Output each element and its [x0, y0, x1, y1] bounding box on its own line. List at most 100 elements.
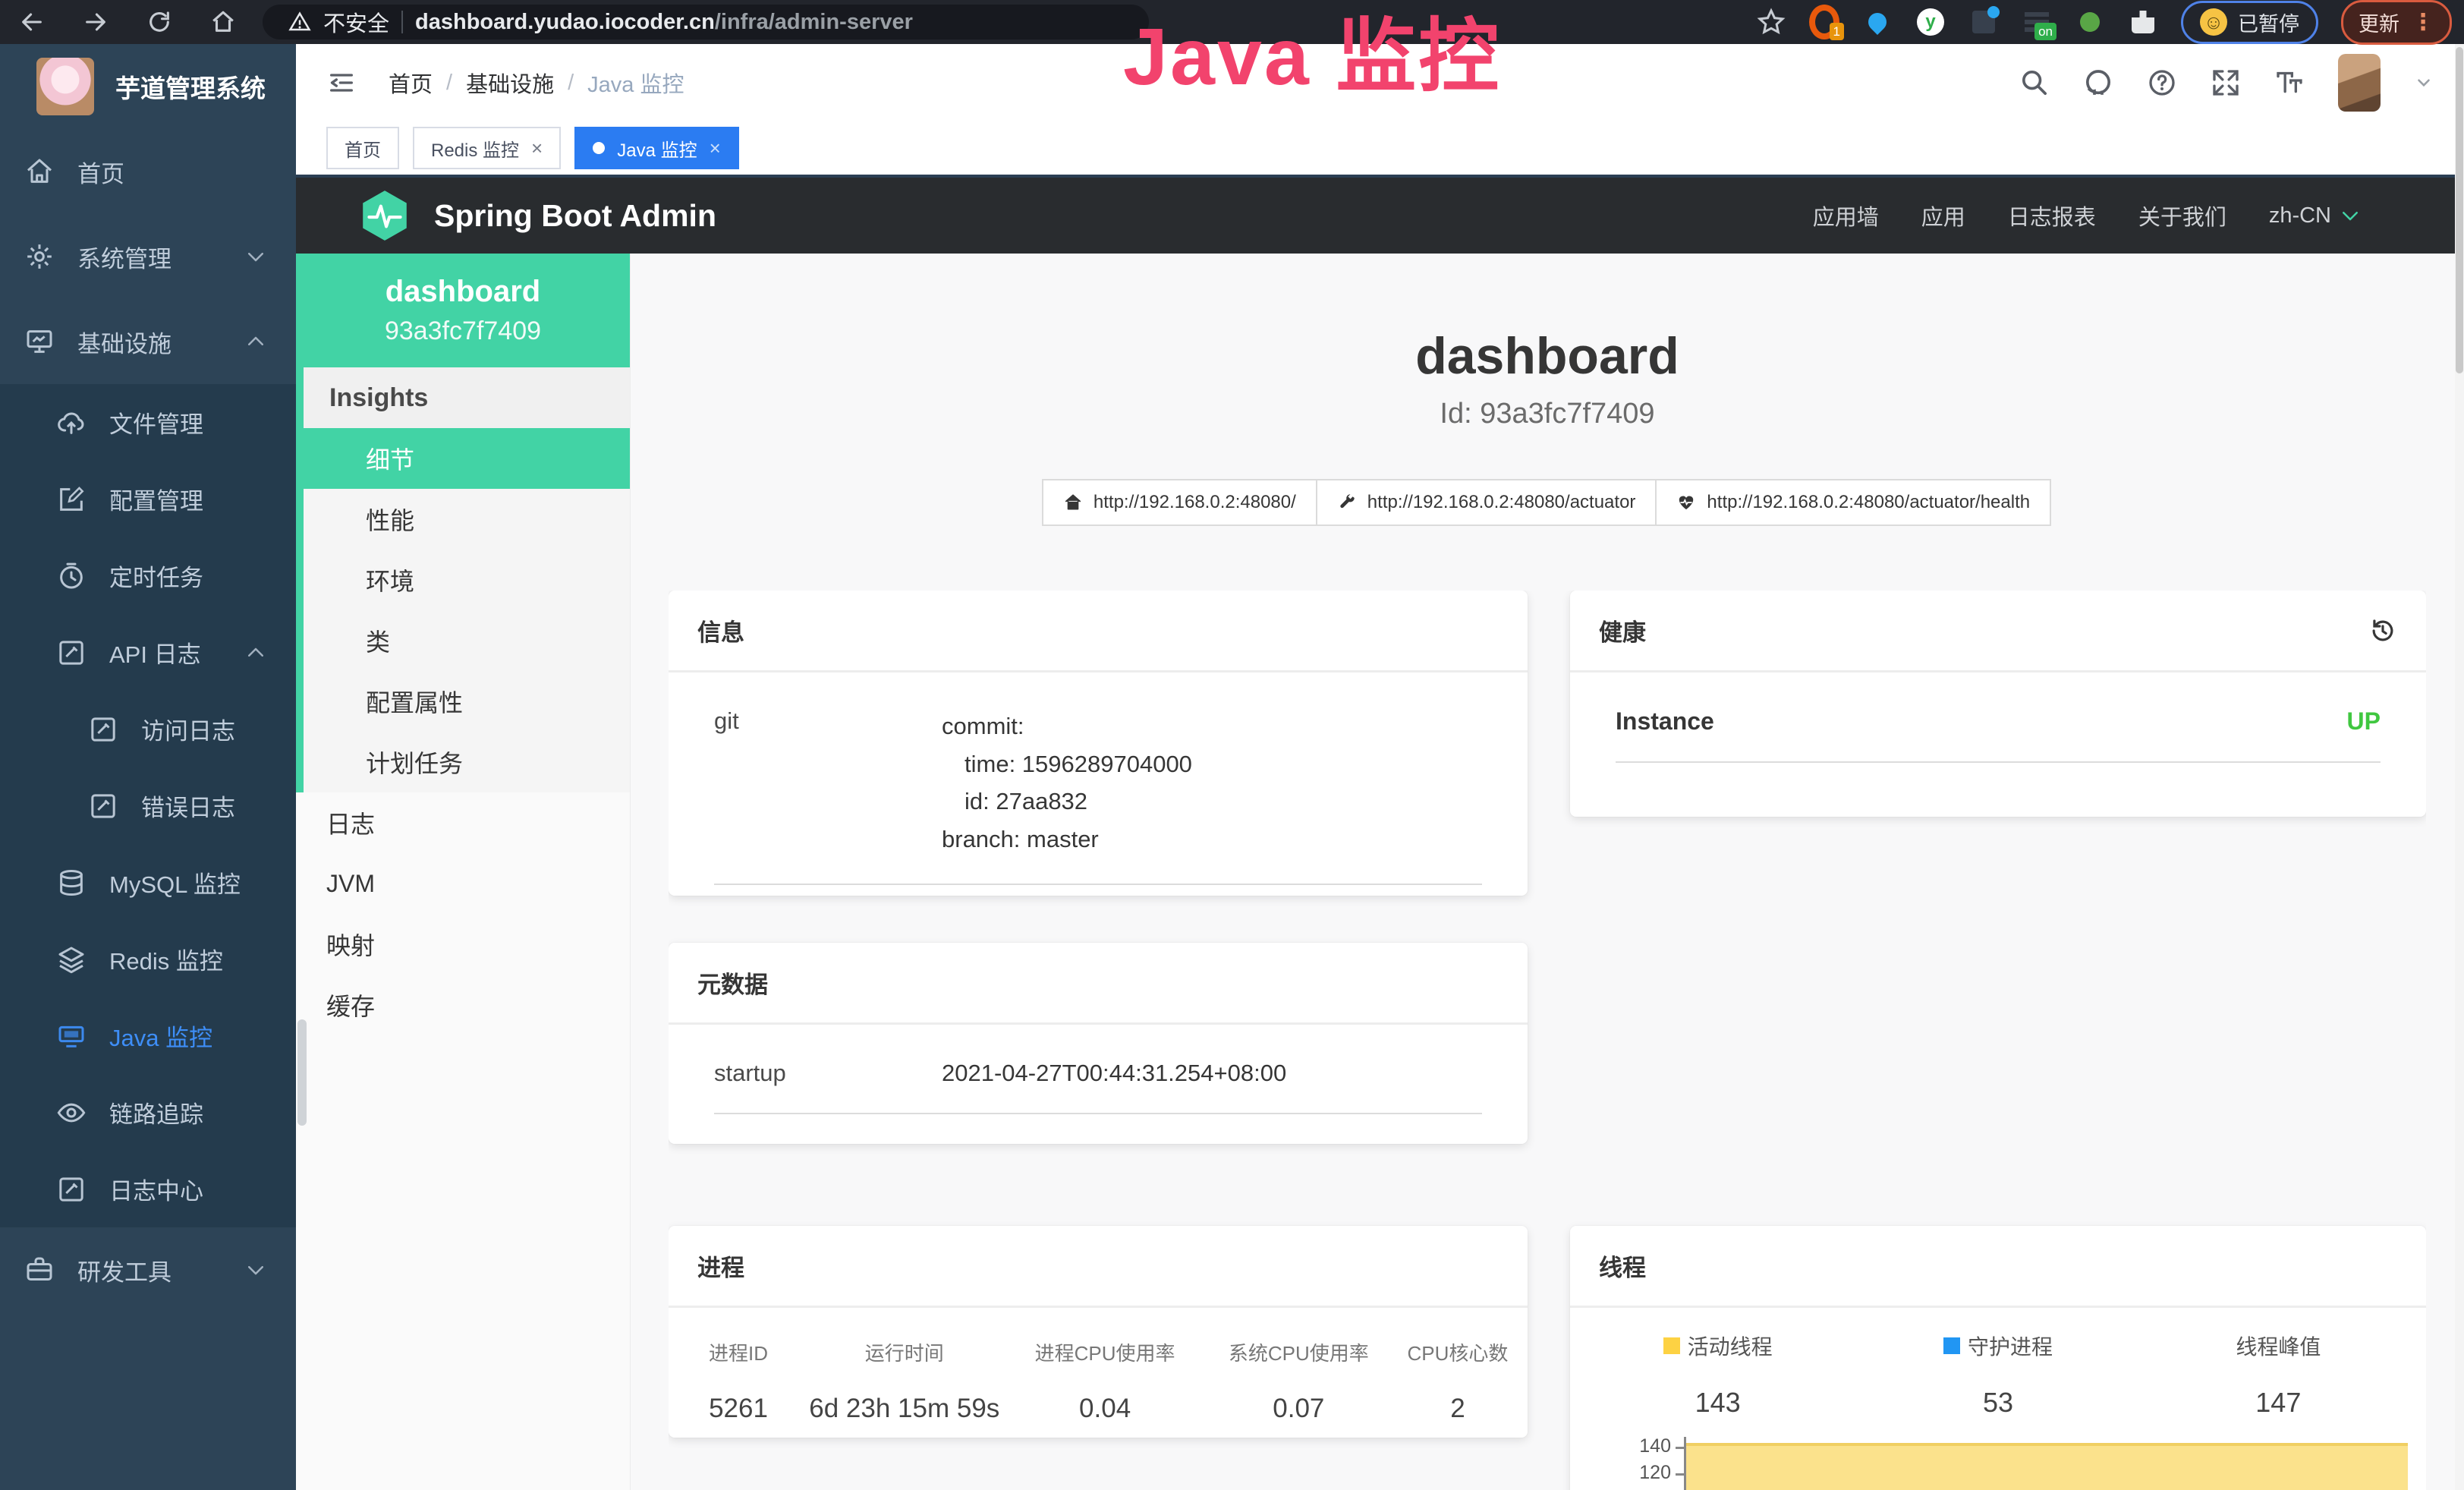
- sidebar-item-11[interactable]: Java 监控: [0, 997, 296, 1074]
- card-health: 健康 Instance UP: [1570, 591, 2426, 817]
- sba-nav-item-3[interactable]: 关于我们: [2138, 200, 2226, 232]
- sidebar-scrollbar-thumb[interactable]: [297, 1019, 307, 1126]
- extension-y-icon[interactable]: y: [1915, 7, 1946, 37]
- security-label[interactable]: 不安全: [323, 6, 389, 38]
- app-header: 首页/基础设施/Java 监控: [296, 44, 2464, 121]
- insights-item-5[interactable]: 计划任务: [304, 732, 630, 792]
- breadcrumb-item[interactable]: 基础设施: [466, 67, 554, 99]
- insights-item-0[interactable]: 细节: [304, 428, 630, 489]
- sidebar-item-7[interactable]: 访问日志: [0, 691, 296, 767]
- sidebar-item-5[interactable]: 定时任务: [0, 537, 296, 614]
- sba-nav-item-2[interactable]: 日志报表: [2008, 200, 2096, 232]
- forward-icon[interactable]: [64, 8, 127, 36]
- sidebar-item-label: 首页: [77, 155, 124, 189]
- avatar[interactable]: [2338, 54, 2381, 112]
- kebab-menu-icon[interactable]: ⋮: [2412, 9, 2434, 36]
- breadcrumb-item[interactable]: 首页: [389, 67, 433, 99]
- app-logo-image: [36, 58, 94, 115]
- process-column-value: 6d 23h 15m 59s: [801, 1394, 1008, 1424]
- insights-item-1[interactable]: 性能: [304, 489, 630, 550]
- thread-stat-0: 活动线程143: [1578, 1331, 1858, 1419]
- extension-grid-icon[interactable]: [1968, 7, 1999, 37]
- sidebar-item-12[interactable]: 链路追踪: [0, 1074, 296, 1151]
- sidebar-item-0[interactable]: 首页: [0, 129, 296, 214]
- sidebar-item-1[interactable]: 系统管理: [0, 214, 296, 299]
- page-scrollbar[interactable]: [2455, 44, 2464, 1490]
- tab-0[interactable]: 首页: [326, 127, 399, 169]
- sidebar-section-0[interactable]: 日志: [296, 792, 630, 853]
- tab-1[interactable]: Redis 监控×: [413, 127, 561, 169]
- extensions-puzzle-icon[interactable]: [2128, 7, 2158, 37]
- card-threads: 线程 活动线程143守护进程53线程峰值147 140120100: [1570, 1226, 2426, 1490]
- bookmark-star-icon[interactable]: [1756, 7, 1786, 37]
- sidebar-item-label: MySQL 监控: [109, 865, 241, 899]
- sidebar-item-4[interactable]: 配置管理: [0, 461, 296, 537]
- search-icon[interactable]: [2019, 68, 2050, 98]
- sidebar-item-10[interactable]: Redis 监控: [0, 921, 296, 997]
- insights-item-4[interactable]: 配置属性: [304, 671, 630, 732]
- browser-home-icon[interactable]: [191, 8, 255, 36]
- sidebar-section-3[interactable]: 缓存: [296, 975, 630, 1035]
- instance-link-1[interactable]: http://192.168.0.2:48080/actuator: [1316, 479, 1657, 526]
- page-title: dashboard: [631, 254, 2464, 386]
- address-bar[interactable]: 不安全 dashboard.yudao.iocoder.cn/infra/adm…: [263, 5, 1149, 39]
- sidebar-item-9[interactable]: MySQL 监控: [0, 844, 296, 921]
- sidebar-item-14[interactable]: 研发工具: [0, 1227, 296, 1312]
- instance-link-0[interactable]: http://192.168.0.2:48080/: [1042, 479, 1317, 526]
- sidebar-item-3[interactable]: 文件管理: [0, 384, 296, 461]
- instance-link-2[interactable]: http://192.168.0.2:48080/actuator/health: [1655, 479, 2051, 526]
- extension-pin-icon[interactable]: [1862, 7, 1893, 37]
- chevron-up-icon: [244, 641, 267, 664]
- extension-colorzilla-icon[interactable]: 1: [1809, 7, 1839, 37]
- chevron-down-icon: [2339, 204, 2362, 227]
- paused-extension-button[interactable]: ☺ 已暂停: [2181, 1, 2318, 44]
- fullscreen-icon[interactable]: [2211, 68, 2241, 98]
- github-icon[interactable]: [2083, 68, 2113, 98]
- tab-2[interactable]: Java 监控×: [574, 127, 739, 169]
- locale-select[interactable]: zh-CN: [2269, 203, 2362, 228]
- extension-switch-icon[interactable]: on: [2022, 7, 2052, 37]
- help-icon[interactable]: [2147, 68, 2177, 98]
- instance-id: 93a3fc7f7409: [385, 317, 541, 346]
- sidebar-item-6[interactable]: API 日志: [0, 614, 296, 691]
- close-icon[interactable]: ×: [531, 138, 543, 158]
- log-icon: [56, 1174, 87, 1205]
- close-icon[interactable]: ×: [710, 138, 721, 158]
- axis-tick-mark: [1676, 1447, 1686, 1449]
- app-logo[interactable]: 芋道管理系统: [0, 44, 296, 129]
- plain-items: 日志JVM映射缓存: [296, 792, 630, 1035]
- insights-item-2[interactable]: 环境: [304, 550, 630, 610]
- collapse-sidebar-icon[interactable]: [326, 68, 357, 98]
- extension-person-icon[interactable]: [2075, 7, 2105, 37]
- sidebar-item-8[interactable]: 错误日志: [0, 767, 296, 844]
- back-icon[interactable]: [0, 8, 64, 36]
- sba-nav-item-1[interactable]: 应用: [1921, 200, 1965, 232]
- sidebar-section-2[interactable]: 映射: [296, 914, 630, 975]
- monitor-icon: [24, 326, 55, 357]
- instance-link-url: http://192.168.0.2:48080/: [1094, 492, 1296, 513]
- update-button[interactable]: 更新 ⋮: [2341, 0, 2452, 45]
- log-icon: [56, 638, 87, 668]
- process-column-0: 进程ID5261: [676, 1338, 801, 1424]
- tags-view: 首页 Redis 监控× Java 监控×: [296, 121, 2464, 178]
- insights-item-3[interactable]: 类: [304, 610, 630, 671]
- scrollbar-thumb[interactable]: [2456, 47, 2463, 373]
- thread-stat-2: 线程峰值147: [2138, 1331, 2418, 1419]
- reload-icon[interactable]: [127, 8, 191, 36]
- sba-nav-item-0[interactable]: 应用墙: [1813, 200, 1879, 232]
- history-icon[interactable]: [2368, 616, 2397, 645]
- instance-header[interactable]: dashboard 93a3fc7f7409: [296, 254, 630, 367]
- process-column-header: 进程CPU使用率: [1009, 1338, 1202, 1366]
- sidebar-section-1[interactable]: JVM: [296, 853, 630, 914]
- caret-down-icon[interactable]: [2414, 73, 2434, 93]
- sba-brand[interactable]: Spring Boot Admin: [434, 198, 716, 234]
- font-size-icon[interactable]: [2274, 68, 2305, 98]
- sidebar-item-label: 链路追踪: [109, 1095, 203, 1129]
- sidebar-item-13[interactable]: 日志中心: [0, 1151, 296, 1227]
- home-icon: [24, 156, 55, 187]
- url-text: dashboard.yudao.iocoder.cn/infra/admin-s…: [415, 10, 913, 35]
- sidebar-item-2[interactable]: 基础设施: [0, 299, 296, 384]
- legend-square-icon: [1663, 1337, 1680, 1354]
- breadcrumb-item[interactable]: Java 监控: [587, 67, 684, 99]
- threads-chart-plot: 140120100: [1684, 1437, 2408, 1490]
